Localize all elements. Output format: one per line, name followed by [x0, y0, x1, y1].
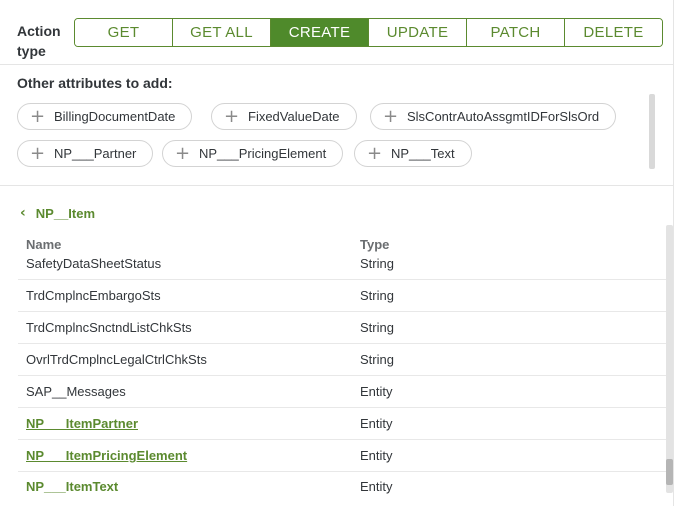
column-header-name: Name	[26, 237, 62, 252]
property-name: TrdCmplncSnctndListChkSts	[26, 320, 192, 335]
column-header-type: Type	[360, 237, 390, 252]
plus-icon: +	[30, 105, 46, 127]
entity-link-item-text[interactable]: NP___ItemText	[26, 471, 118, 495]
attribute-chip[interactable]: + NP___PricingElement	[162, 140, 344, 167]
table-row: NP___ItemPartner Entity	[18, 408, 667, 440]
action-update-button[interactable]: UPDATE	[369, 19, 467, 46]
action-type-row: Action type GET GET ALL CREATE UPDATE PA…	[0, 0, 674, 65]
attribute-chip-label: FixedValueDate	[248, 109, 340, 124]
action-type-segmented-control: GET GET ALL CREATE UPDATE PATCH DELETE	[74, 18, 663, 47]
attribute-chip[interactable]: + BillingDocumentDate	[17, 103, 193, 130]
table-row: OvrlTrdCmplncLegalCtrlChkSts String	[18, 344, 667, 376]
property-name: SAP__Messages	[26, 384, 126, 399]
back-to-parent-link[interactable]: ‹ NP__Item	[20, 205, 95, 221]
plus-icon: +	[30, 142, 46, 164]
property-name: SafetyDataSheetStatus	[26, 256, 162, 271]
table-row: SafetyDataSheetStatus String	[18, 255, 667, 280]
other-attributes-section: Other attributes to add: + BillingDocume…	[0, 66, 674, 186]
property-table: SafetyDataSheetStatus String TrdCmplncEm…	[18, 255, 667, 495]
property-type: Entity	[360, 479, 393, 494]
attribute-chip[interactable]: + SlsContrAutoAssgmtIDForSlsOrd	[370, 103, 617, 130]
action-patch-button[interactable]: PATCH	[467, 19, 565, 46]
table-row: SAP__Messages Entity	[18, 376, 667, 408]
plus-icon: +	[383, 105, 399, 127]
attribute-chip[interactable]: + FixedValueDate	[211, 103, 357, 130]
property-type: Entity	[360, 384, 393, 399]
property-type: String	[360, 352, 394, 367]
attribute-chip-label: NP___PricingElement	[199, 146, 327, 161]
plus-icon: +	[175, 142, 191, 164]
action-get-all-button[interactable]: GET ALL	[173, 19, 271, 46]
table-row: NP___ItemPricingElement Entity	[18, 440, 667, 472]
table-scrollbar-thumb[interactable]	[666, 459, 673, 485]
table-row: TrdCmplncEmbargoSts String	[18, 280, 667, 312]
attribute-panel: Action type GET GET ALL CREATE UPDATE PA…	[0, 0, 674, 506]
attribute-chip[interactable]: + NP___Text	[354, 140, 472, 167]
table-row: NP___ItemText Entity	[18, 471, 667, 495]
table-scrollbar-track[interactable]	[666, 225, 673, 493]
attribute-chip-label: NP___Partner	[54, 146, 137, 161]
chevron-left-icon: ‹	[20, 205, 26, 221]
plus-icon: +	[224, 105, 240, 127]
property-type: String	[360, 256, 394, 271]
action-create-button[interactable]: CREATE	[271, 19, 369, 46]
other-attributes-title: Other attributes to add:	[17, 75, 173, 91]
entity-link-item-partner[interactable]: NP___ItemPartner	[26, 408, 138, 440]
property-name: OvrlTrdCmplncLegalCtrlChkSts	[26, 352, 207, 367]
plus-icon: +	[367, 142, 383, 164]
attribute-chip-label: SlsContrAutoAssgmtIDForSlsOrd	[407, 109, 600, 124]
attribute-chip-label: BillingDocumentDate	[54, 109, 176, 124]
table-row: TrdCmplncSnctndListChkSts String	[18, 312, 667, 344]
action-delete-button[interactable]: DELETE	[565, 19, 662, 46]
attribute-chip-label: NP___Text	[391, 146, 455, 161]
action-get-button[interactable]: GET	[75, 19, 173, 46]
entity-name: NP__Item	[35, 205, 96, 221]
property-type: String	[360, 320, 394, 335]
property-type: Entity	[360, 416, 393, 431]
property-type: String	[360, 288, 394, 303]
action-type-label: Action type	[17, 23, 61, 59]
entity-link-item-pricing-element[interactable]: NP___ItemPricingElement	[26, 440, 187, 472]
property-type: Entity	[360, 448, 393, 463]
attribute-chip[interactable]: + NP___Partner	[17, 140, 154, 167]
attributes-scrollbar[interactable]	[649, 94, 655, 169]
property-name: TrdCmplncEmbargoSts	[26, 288, 161, 303]
